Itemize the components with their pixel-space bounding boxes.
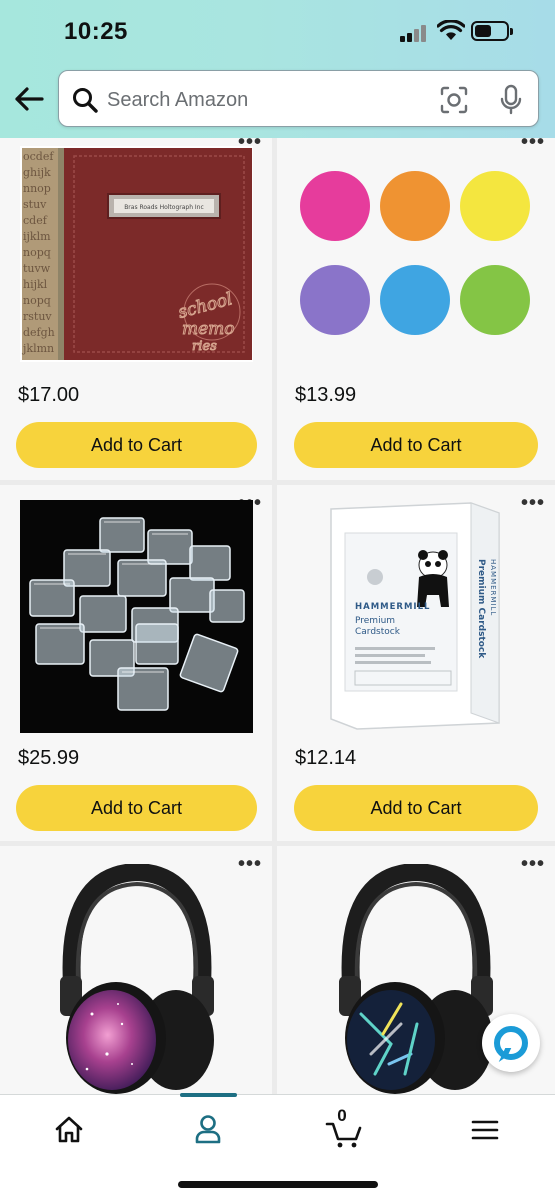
svg-text:ghijk: ghijk <box>23 166 51 179</box>
search-input[interactable] <box>107 83 427 117</box>
search-bar[interactable] <box>58 70 539 127</box>
cart-count-badge: 0 <box>337 1106 347 1125</box>
svg-text:HAMMERMILL: HAMMERMILL <box>355 602 430 612</box>
product-image-splatter-earmuffs[interactable] <box>331 864 501 1094</box>
product-grid: ••• ocdef ghijk nnop stuv cdef ijklm nopq tuv… <box>0 138 555 1094</box>
add-to-cart-button[interactable]: Add to Cart <box>16 422 257 468</box>
nav-cart[interactable]: 0 <box>316 1106 376 1149</box>
top-header: 10:25 <box>0 0 555 138</box>
more-options-icon[interactable]: ••• <box>521 138 545 152</box>
camera-scan-icon[interactable] <box>440 86 468 114</box>
wifi-icon <box>437 20 465 40</box>
nav-home[interactable] <box>40 1109 100 1149</box>
product-price: $13.99 <box>295 384 357 406</box>
status-bar: 10:25 <box>0 0 555 62</box>
svg-text:Cardstock: Cardstock <box>355 627 401 637</box>
sticker-dot <box>300 171 370 241</box>
home-indicator-bar <box>178 1181 378 1188</box>
svg-text:Bras Roads Holtograph Inc: Bras Roads Holtograph Inc <box>124 204 204 211</box>
product-image-photo-album[interactable]: ocdef ghijk nnop stuv cdef ijklm nopq tuvw hij… <box>20 146 253 362</box>
svg-text:memo: memo <box>182 319 235 339</box>
sticker-dot <box>460 265 530 335</box>
svg-text:Premium: Premium <box>355 616 395 626</box>
svg-text:tuvw: tuvw <box>23 262 51 275</box>
product-image-galaxy-earmuffs[interactable] <box>52 864 222 1094</box>
add-to-cart-button[interactable]: Add to Cart <box>16 785 257 831</box>
svg-text:rstuv: rstuv <box>23 310 52 323</box>
product-price: $25.99 <box>18 747 80 769</box>
menu-icon <box>471 1120 499 1140</box>
product-price: $12.14 <box>295 747 357 769</box>
svg-text:nopq: nopq <box>23 246 51 259</box>
svg-text:Premium Cardstock: Premium Cardstock <box>476 559 486 659</box>
alexa-icon <box>494 1026 528 1060</box>
svg-text:hijkl: hijkl <box>23 278 48 291</box>
svg-text:stuv: stuv <box>23 198 47 211</box>
back-arrow-icon[interactable] <box>12 84 46 114</box>
microphone-icon[interactable] <box>499 84 523 116</box>
product-image-cardstock-box[interactable]: HAMMERMILL Premium Cardstock HAMMERMILL … <box>327 499 503 731</box>
active-tab-indicator <box>180 1093 237 1097</box>
svg-text:ijklm: ijklm <box>23 230 51 243</box>
product-card[interactable]: ••• <box>0 846 272 1094</box>
product-card[interactable]: ••• ocdef ghijk nnop stuv cdef ijklm nopq tuv… <box>0 138 272 480</box>
battery-icon <box>471 21 513 41</box>
sticker-dot <box>380 265 450 335</box>
product-price: $17.00 <box>18 384 80 406</box>
sticker-dot <box>460 171 530 241</box>
svg-text:defgh: defgh <box>23 326 55 339</box>
svg-text:HAMMERMILL: HAMMERMILL <box>489 559 497 616</box>
product-card[interactable]: ••• HAMMERMILL Premium Cardstock HAMMERM… <box>277 485 555 841</box>
product-image-plastic-storage-boxes[interactable] <box>20 500 253 733</box>
nav-account[interactable] <box>178 1109 238 1149</box>
more-options-icon[interactable]: ••• <box>521 854 545 874</box>
svg-text:ocdef: ocdef <box>23 150 54 163</box>
svg-text:nnop: nnop <box>23 182 51 195</box>
more-options-icon[interactable]: ••• <box>521 493 545 513</box>
bottom-navigation: 0 <box>0 1093 555 1200</box>
account-icon <box>195 1115 221 1144</box>
product-card[interactable]: ••• $13.99 Add to Cart <box>277 138 555 480</box>
sticker-dot <box>300 265 370 335</box>
product-card[interactable]: ••• $25 <box>0 485 272 841</box>
alexa-button[interactable] <box>482 1014 540 1072</box>
product-image-color-stickers[interactable] <box>293 160 543 350</box>
sticker-dot <box>380 171 450 241</box>
svg-text:ries: ries <box>192 339 217 354</box>
status-time: 10:25 <box>64 18 128 45</box>
svg-text:jklmn: jklmn <box>21 342 54 355</box>
svg-text:cdef: cdef <box>23 214 48 227</box>
search-icon <box>73 88 98 113</box>
more-options-icon[interactable]: ••• <box>238 854 262 874</box>
add-to-cart-button[interactable]: Add to Cart <box>294 785 538 831</box>
svg-text:nopq: nopq <box>23 294 51 307</box>
nav-menu[interactable] <box>454 1109 514 1149</box>
home-icon <box>55 1116 83 1143</box>
cellular-signal-icon <box>400 24 430 42</box>
add-to-cart-button[interactable]: Add to Cart <box>294 422 538 468</box>
